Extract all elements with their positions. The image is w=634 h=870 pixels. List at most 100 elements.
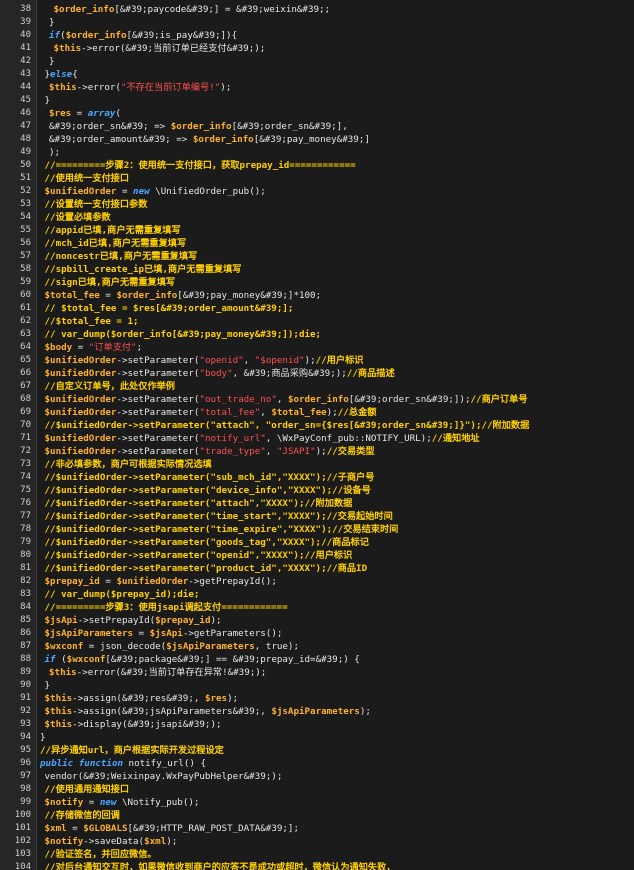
code-line: 82 $prepay_id = $unifiedOrder->getPrepayI… (0, 575, 634, 588)
code-text: $unifiedOrder->setParameter("out_trade_n… (45, 393, 528, 406)
code-line: 98 //使用通用通知接口 (0, 783, 634, 796)
code-token: ->saveData( (83, 836, 145, 847)
line-number: 66 (20, 368, 31, 378)
code-line: 47 &#39;order_sn&#39; => $order_info[&#39… (0, 120, 634, 133)
code-text: $xml = $GLOBALS[&#39;HTTP_RAW_POST_DATA&… (45, 822, 300, 835)
code-token: //$unifiedOrder->setParameter("attach","… (44, 498, 353, 509)
code-editor[interactable]: 38 $order_info[&#39;paycode&#39;] = &#39;… (0, 0, 634, 870)
code-token: "不存在当前订单编号!" (120, 82, 221, 93)
line-number: 91 (20, 693, 31, 703)
code-text: $body = "订单支付"; (45, 341, 143, 354)
code-token: [&#39;order_sn&#39;], (231, 121, 348, 132)
line-number: 57 (20, 251, 31, 261)
code-token: $xml (144, 836, 167, 847)
code-text: $jsApiParameters = $jsApi->getParameters… (45, 627, 283, 640)
code-token: $notify (44, 797, 84, 808)
code-line: 60 $total_fee = $order_info[&#39;pay_mone… (0, 289, 634, 302)
code-line: 93 $this->display(&#39;jsapi&#39;); (0, 718, 634, 731)
line-number: 53 (20, 199, 31, 209)
code-token: //$unifiedOrder->setParameter("time_expi… (44, 524, 399, 535)
code-line: 91 $this->assign(&#39;res&#39;, $res); (0, 692, 634, 705)
code-text: public function notify_url() { (40, 757, 206, 770)
line-number: 99 (20, 797, 31, 807)
code-token: [&#39;pay_money&#39;] (253, 134, 370, 145)
code-token: ); (315, 446, 327, 457)
code-token: //$unifiedOrder->setParameter("attach", … (44, 420, 530, 431)
code-token: else (50, 69, 73, 80)
code-line: 97 vendor(&#39;Weixinpay.WxPayPubHelper&#… (0, 770, 634, 783)
code-token: if (44, 654, 56, 665)
code-token: , (243, 355, 255, 366)
code-token: $wxconf (66, 654, 106, 665)
code-token: $unifiedOrder (44, 446, 117, 457)
code-line: 74 //$unifiedOrder->setParameter("sub_mch… (0, 471, 634, 484)
code-text: $unifiedOrder->setParameter("openid", "$… (45, 354, 364, 367)
code-token: //$unifiedOrder->setParameter("sub_mch_i… (44, 472, 375, 483)
code-token: $unifiedOrder (44, 186, 117, 197)
code-token: [&#39;HTTP_RAW_POST_DATA&#39;]; (127, 823, 299, 834)
line-number: 78 (20, 524, 31, 534)
line-number: 81 (20, 563, 31, 573)
code-line: 66 $unifiedOrder->setParameter("body", &#… (0, 367, 634, 380)
line-number: 46 (20, 108, 31, 118)
code-token: $total_fee (44, 290, 100, 301)
line-number: 75 (20, 485, 31, 495)
code-text: // var_dump($order_info[&#39;pay_money&#… (45, 328, 322, 341)
code-token: $total_fee (271, 407, 327, 418)
line-number: 42 (20, 56, 31, 66)
line-number: 64 (20, 342, 31, 352)
code-token: ->getParameters(); (182, 628, 283, 639)
code-token: //自定义订单号，此处仅作举例 (44, 381, 176, 392)
code-token: //商户订单号 (470, 394, 528, 405)
code-text: //非必填参数，商户可根据实际情况选填 (45, 458, 212, 471)
code-line: 56 //mch_id已填,商户无需重复填写 (0, 237, 634, 250)
code-line: 85 $jsApi->setPrepayId($prepay_id); (0, 614, 634, 627)
code-line: 58 //spbill_create_ip已填,商户无需重复填写 (0, 263, 634, 276)
code-line: 84 //=========步骤3：使用jsapi调起支付============ (0, 601, 634, 614)
code-line: 51 //使用统一支付接口 (0, 172, 634, 185)
code-token: } (49, 56, 55, 67)
code-text: } (49, 55, 55, 68)
code-token: $this (53, 43, 82, 54)
code-token: [&#39;is_pay&#39;]){ (126, 30, 238, 41)
code-line: 39} (0, 16, 634, 29)
code-token: = (71, 108, 88, 119)
line-number: 93 (20, 719, 31, 729)
code-line: 49); (0, 146, 634, 159)
code-token: //appid已填,商户无需重复填写 (44, 225, 181, 236)
code-line: 46 $res = array( (0, 107, 634, 120)
code-token: , (276, 394, 288, 405)
code-line: 92 $this->assign(&#39;jsApiParameters&#39… (0, 705, 634, 718)
code-token: //=========步骤3：使用jsapi调起支付============ (44, 602, 288, 613)
code-line: 68 $unifiedOrder->setParameter("out_trade… (0, 393, 634, 406)
code-token: //使用统一支付接口 (44, 173, 130, 184)
code-line: 38 $order_info[&#39;paycode&#39;] = &#39;… (0, 3, 634, 16)
line-number: 100 (14, 810, 31, 820)
code-text: //使用通用通知接口 (45, 783, 130, 796)
code-line: 70 //$unifiedOrder->setParameter("attach"… (0, 419, 634, 432)
code-token: [&#39;package&#39;] == &#39;prepay_id=&#… (105, 654, 360, 665)
code-token: new (133, 186, 150, 197)
line-number: 89 (20, 667, 31, 677)
code-line: 75 //$unifiedOrder->setParameter("device_… (0, 484, 634, 497)
code-token: $wxconf (44, 641, 84, 652)
code-token: //交易类型 (326, 446, 375, 457)
code-token: ->setParameter( (116, 407, 200, 418)
code-token: ); (304, 355, 316, 366)
code-text: $wxconf = json_decode($jsApiParameters, … (45, 640, 300, 653)
code-token: , true); (254, 641, 299, 652)
code-token: ->setParameter( (116, 433, 200, 444)
code-token: } (40, 732, 46, 743)
code-token: // var_dump($order_info[&#39;pay_money&#… (44, 329, 322, 340)
code-text: $res = array( (49, 107, 121, 120)
code-token: ); (220, 82, 232, 93)
code-line: 72 $unifiedOrder->setParameter("trade_typ… (0, 445, 634, 458)
code-token: ( (55, 654, 67, 665)
code-text: $unifiedOrder->setParameter("total_fee",… (45, 406, 377, 419)
code-line: 73 //非必填参数，商户可根据实际情况选填 (0, 458, 634, 471)
code-token: &#39;order_amount&#39; => (49, 134, 193, 145)
line-number: 94 (20, 732, 31, 742)
line-number: 63 (20, 329, 31, 339)
code-line: 48 &#39;order_amount&#39; => $order_info[… (0, 133, 634, 146)
code-token: = (72, 342, 89, 353)
